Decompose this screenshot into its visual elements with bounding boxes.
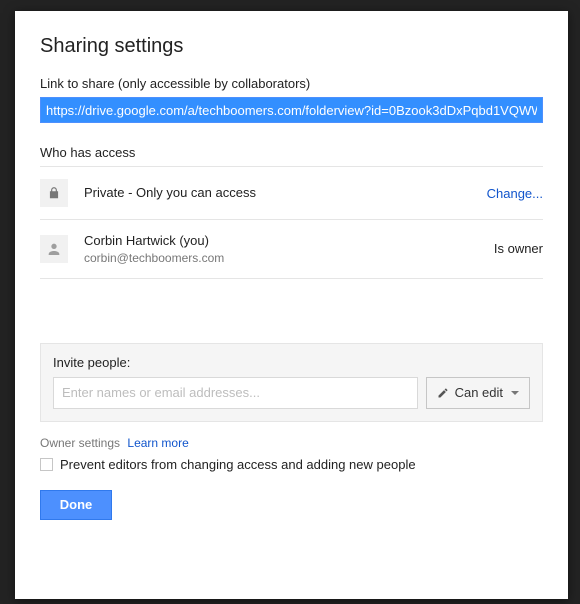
- access-owner-email: corbin@techboomers.com: [84, 250, 486, 266]
- sharing-settings-dialog: Sharing settings Link to share (only acc…: [15, 11, 568, 599]
- access-list: Private - Only you can access Change... …: [40, 166, 543, 279]
- access-owner-text: Corbin Hartwick (you) corbin@techboomers…: [84, 232, 486, 266]
- access-row-visibility: Private - Only you can access Change...: [40, 167, 543, 220]
- invite-label: Invite people:: [53, 355, 530, 370]
- access-owner-role: Is owner: [486, 241, 543, 256]
- access-owner-name: Corbin Hartwick (you): [84, 232, 486, 250]
- change-visibility-link[interactable]: Change...: [479, 186, 543, 201]
- permission-dropdown-button[interactable]: Can edit: [426, 377, 530, 409]
- prevent-editors-label: Prevent editors from changing access and…: [60, 457, 416, 472]
- dialog-title: Sharing settings: [40, 35, 543, 58]
- invite-input[interactable]: [53, 377, 418, 409]
- done-button[interactable]: Done: [40, 490, 112, 520]
- link-section-label: Link to share (only accessible by collab…: [40, 76, 543, 91]
- prevent-editors-row: Prevent editors from changing access and…: [40, 457, 543, 472]
- prevent-editors-checkbox[interactable]: [40, 458, 53, 471]
- access-visibility-text: Private - Only you can access: [84, 184, 479, 202]
- pencil-icon: [437, 387, 449, 399]
- lock-icon: [40, 179, 68, 207]
- access-visibility-primary: Private - Only you can access: [84, 184, 479, 202]
- owner-settings-row: Owner settings Learn more: [40, 436, 543, 450]
- learn-more-link[interactable]: Learn more: [127, 436, 188, 450]
- person-icon: [40, 235, 68, 263]
- chevron-down-icon: [511, 391, 519, 395]
- who-has-access-label: Who has access: [40, 145, 543, 160]
- share-link-input[interactable]: [40, 97, 543, 123]
- owner-settings-label: Owner settings: [40, 436, 120, 450]
- permission-label: Can edit: [455, 385, 503, 400]
- invite-box: Invite people: Can edit: [40, 343, 543, 422]
- access-row-owner: Corbin Hartwick (you) corbin@techboomers…: [40, 220, 543, 279]
- invite-row: Can edit: [53, 377, 530, 409]
